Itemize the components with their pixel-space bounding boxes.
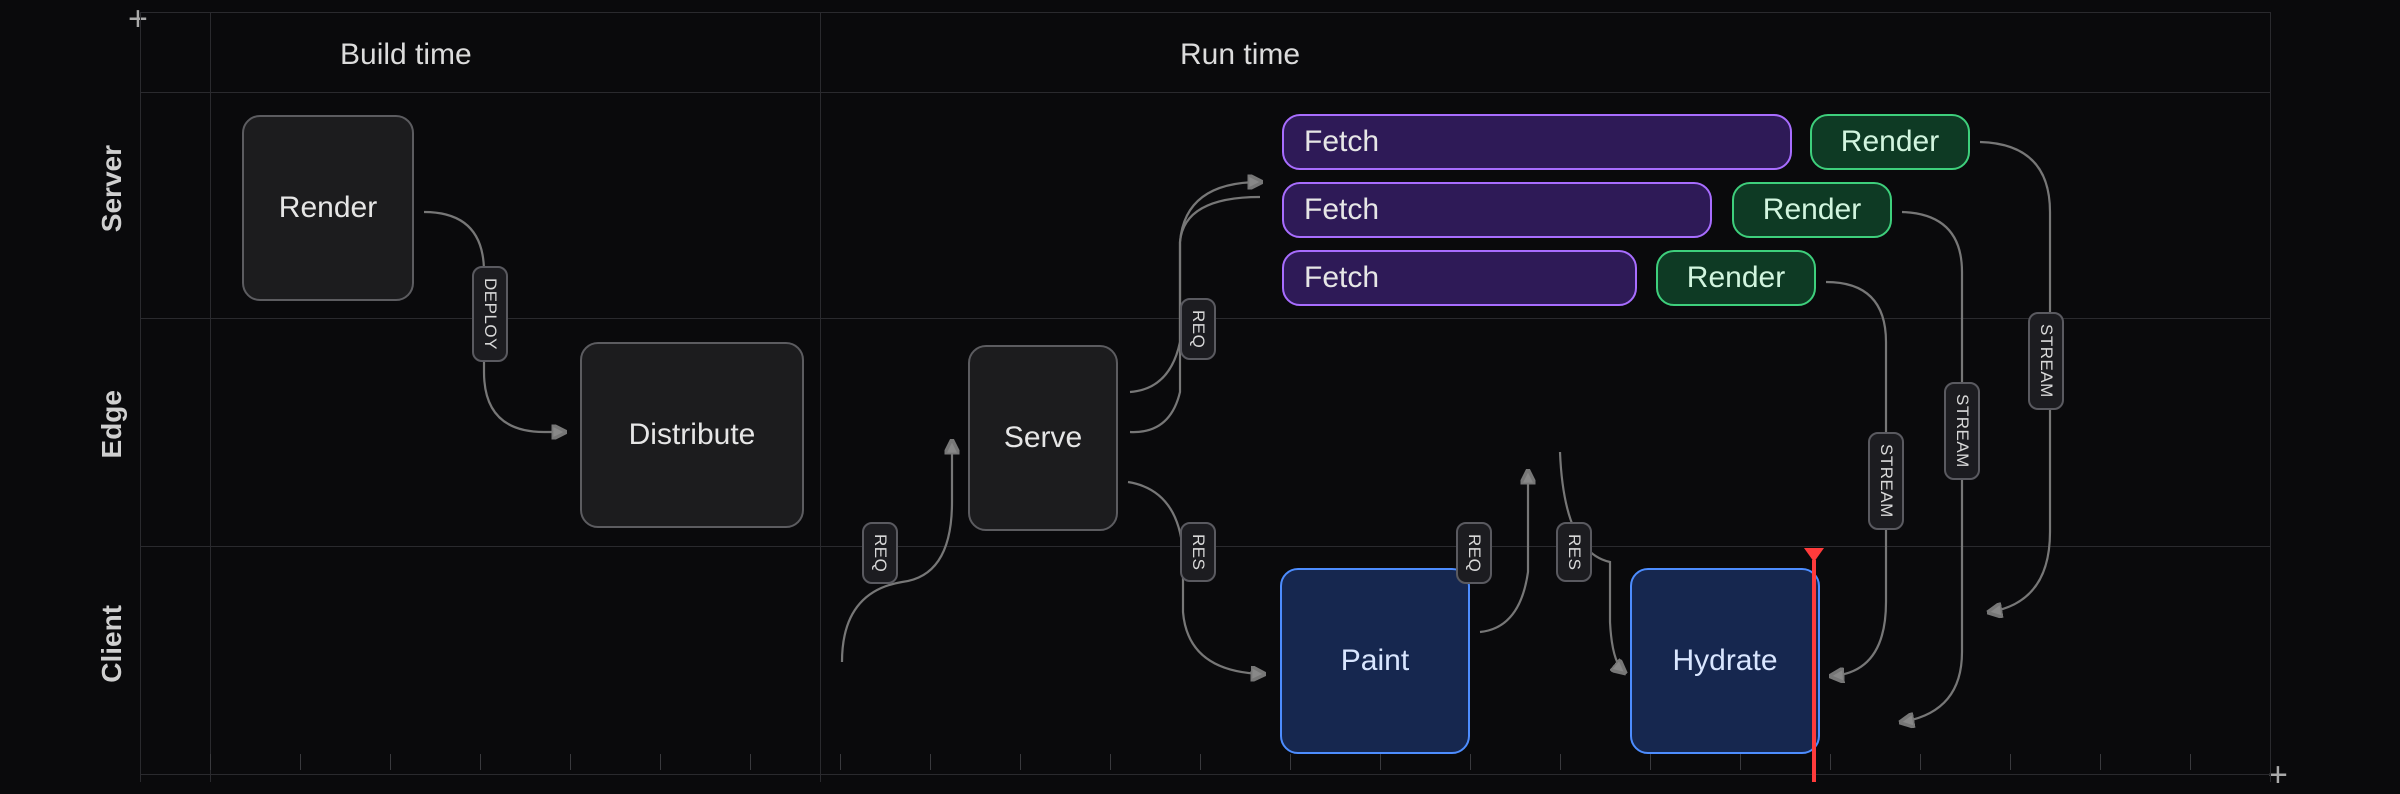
- row-label-server: Server: [96, 145, 128, 232]
- arrow-label-res: RES: [1180, 522, 1216, 582]
- arrow-label-stream: STREAM: [1944, 382, 1980, 480]
- diagram-stage: Build time Run time Render Distribute Se…: [140, 12, 2270, 782]
- arrow-label-req: REQ: [1456, 522, 1492, 584]
- arrow-label-deploy: DEPLOY: [472, 266, 508, 362]
- arrow-label-req: REQ: [1180, 298, 1216, 360]
- row-label-client: Client: [96, 605, 128, 683]
- arrow-label-stream: STREAM: [1868, 432, 1904, 530]
- playhead-marker: [1812, 560, 1816, 782]
- arrow-label-req: REQ: [862, 522, 898, 584]
- arrow-label-stream: STREAM: [2028, 312, 2064, 410]
- arrow-label-res: RES: [1556, 522, 1592, 582]
- row-label-edge: Edge: [96, 390, 128, 458]
- grid-line: [2270, 12, 2271, 782]
